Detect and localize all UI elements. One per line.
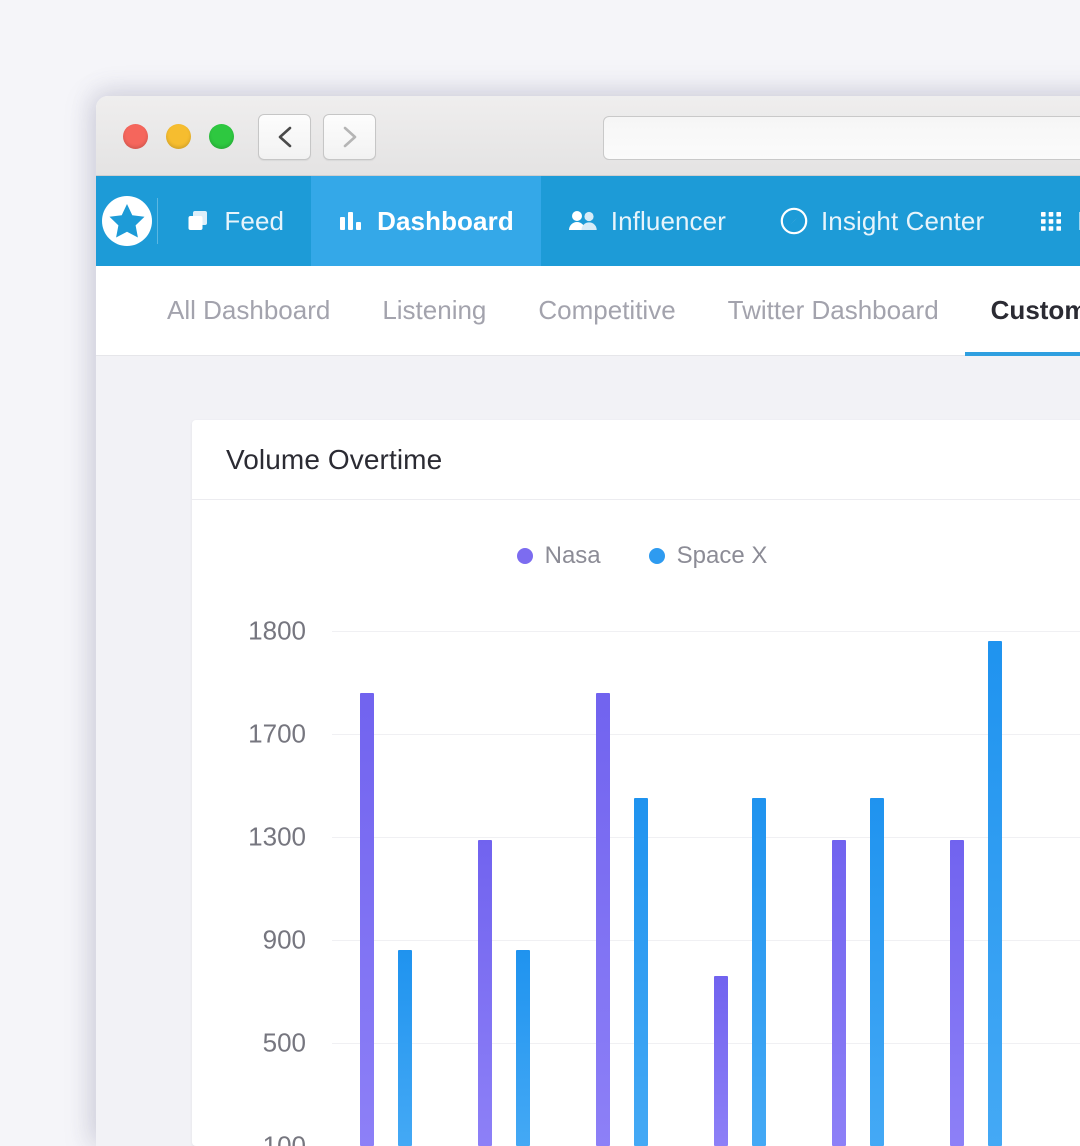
card-title: Volume Overtime (226, 444, 442, 476)
chart-gridline (332, 837, 1080, 838)
nav-item-influencer[interactable]: Influencer (541, 176, 753, 266)
traffic-lights (123, 124, 234, 149)
y-axis-tick-label: 1700 (248, 719, 306, 750)
chart-plot-area: 180017001300900500100 (332, 613, 1080, 1146)
nav-item-insight-center[interactable]: Insight Center (753, 176, 1011, 266)
tab-custom-dashboard[interactable]: Custom Dashboard (965, 266, 1080, 356)
grid-dots-icon (1038, 208, 1064, 234)
chart-bar[interactable] (752, 798, 766, 1146)
chart-bar[interactable] (478, 840, 492, 1146)
back-button[interactable] (258, 114, 311, 160)
card-header: Volume Overtime (192, 420, 1080, 500)
chart-gridline (332, 940, 1080, 941)
bar-chart-icon (338, 208, 364, 234)
chart-gridline (332, 631, 1080, 632)
legend-color-dot (517, 548, 533, 564)
nav-item-dashboard[interactable]: Dashboard (311, 176, 541, 266)
y-axis-tick-label: 500 (263, 1028, 306, 1059)
y-axis-tick-label: 1800 (248, 616, 306, 647)
dashboard-tabbar: All Dashboard Listening Competitive Twit… (96, 266, 1080, 356)
maximize-window-button[interactable] (209, 124, 234, 149)
tab-competitive[interactable]: Competitive (512, 266, 701, 356)
nav-item-label: Insight Center (821, 206, 984, 237)
tab-listening[interactable]: Listening (356, 266, 512, 356)
chart-gridline (332, 734, 1080, 735)
legend-item[interactable]: Nasa (517, 542, 601, 570)
chevron-left-icon (275, 125, 295, 149)
tab-label: Twitter Dashboard (728, 295, 939, 326)
tab-all-dashboard[interactable]: All Dashboard (141, 266, 356, 356)
card-body: NasaSpace X 180017001300900500100 (192, 500, 1080, 1146)
tab-label: Competitive (538, 295, 675, 326)
nav-item-label: Feed (224, 206, 284, 237)
chart-bar[interactable] (516, 950, 530, 1146)
legend-label: Space X (677, 542, 768, 570)
star-logo-icon (101, 195, 153, 247)
minimize-window-button[interactable] (166, 124, 191, 149)
chart-legend: Nasa Space X (192, 500, 1080, 570)
browser-titlebar: M (96, 96, 1080, 176)
legend-label: Nasa (545, 542, 601, 570)
chart-bar[interactable] (596, 693, 610, 1146)
browser-nav-buttons (258, 114, 376, 160)
forward-button[interactable] (323, 114, 376, 160)
nav-item-label: Dashboard (377, 206, 514, 237)
chart-bar[interactable] (832, 840, 846, 1146)
chart-bar[interactable] (870, 798, 884, 1146)
close-window-button[interactable] (123, 124, 148, 149)
chart-bar[interactable] (988, 641, 1002, 1146)
legend-color-dot (649, 548, 665, 564)
browser-window: M Feed (96, 96, 1080, 1146)
app-navbar: Feed Dashboard Influencer (96, 176, 1080, 266)
chart-gridline (332, 1043, 1080, 1044)
chart-bar[interactable] (714, 976, 728, 1146)
y-axis-tick-label: 900 (263, 925, 306, 956)
address-bar[interactable]: M (603, 116, 1080, 160)
chart-bar[interactable] (398, 950, 412, 1146)
y-axis-tick-label: 1300 (248, 822, 306, 853)
y-axis-tick-label: 100 (263, 1131, 306, 1146)
tab-label: Listening (382, 295, 486, 326)
chart-bar[interactable] (360, 693, 374, 1146)
nav-item-feed[interactable]: Feed (158, 176, 311, 266)
dashboard-page-body: Volume Overtime NasaSpace X 180017001300… (96, 356, 1080, 1146)
compass-icon (780, 207, 808, 235)
nav-item-reports[interactable]: Reports (1011, 176, 1080, 266)
volume-overtime-card: Volume Overtime NasaSpace X 180017001300… (192, 420, 1080, 1146)
nav-item-label: Influencer (611, 206, 726, 237)
tab-label: Custom Dashboard (991, 295, 1080, 326)
chevron-right-icon (340, 125, 360, 149)
app-logo[interactable] (96, 176, 158, 266)
people-icon (568, 208, 598, 234)
chart-bar[interactable] (634, 798, 648, 1146)
legend-item[interactable]: Space X (649, 542, 768, 570)
tab-label: All Dashboard (167, 295, 330, 326)
copy-icon (185, 208, 211, 234)
chart-bar[interactable] (950, 840, 964, 1146)
tab-twitter-dashboard[interactable]: Twitter Dashboard (702, 266, 965, 356)
